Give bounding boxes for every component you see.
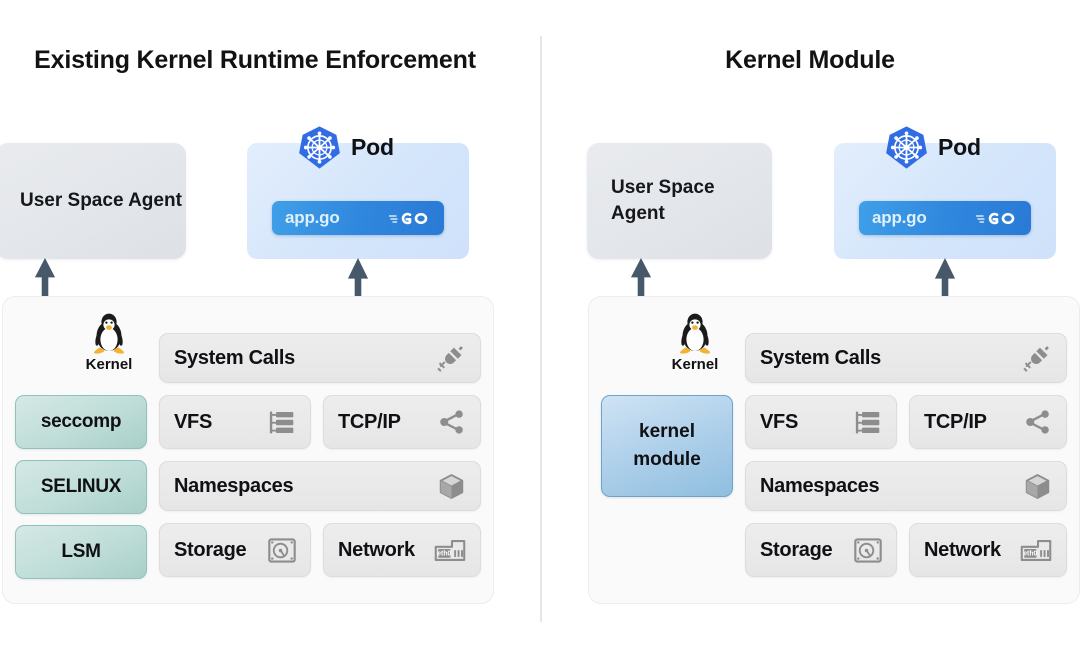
security-module-lsm: LSM — [15, 525, 147, 579]
go-gopher-logo-icon — [389, 209, 431, 228]
subsystem-tcpip-right: TCP/IP — [909, 395, 1067, 449]
subsystem-system-calls-label-right: System Calls — [760, 346, 881, 369]
pod-box-left: Pod app.go — [247, 143, 469, 259]
subsystem-tcpip-label-right: TCP/IP — [924, 410, 987, 433]
security-modules-column-left: seccomp SELINUX LSM — [15, 395, 147, 590]
pod-label-left: Pod — [351, 134, 394, 160]
pod-label-right: Pod — [938, 134, 981, 160]
subsystem-storage-label-right: Storage — [760, 538, 833, 561]
app-file-name-left: app.go — [285, 208, 340, 227]
cube-3d-icon — [1023, 472, 1052, 501]
subsystem-network-left: Network — [323, 523, 481, 577]
pod-header-left: Pod — [297, 125, 394, 170]
kubernetes-helm-icon — [297, 125, 342, 170]
security-module-selinux-label: SELINUX — [40, 476, 122, 497]
kernel-label-right: Kernel — [671, 356, 719, 373]
pod-box-right: Pod app.go — [834, 143, 1056, 259]
user-space-agent-label-left: User Space Agent — [20, 189, 182, 211]
subsystem-system-calls-left: System Calls — [159, 333, 481, 383]
subsystem-network-label-right: Network — [924, 538, 1001, 561]
subsystem-storage-label-left: Storage — [174, 538, 247, 561]
subsystem-tcpip-left: TCP/IP — [323, 395, 481, 449]
kernel-os-block-right: Kernel — [659, 311, 731, 373]
hard-disk-icon — [854, 538, 882, 563]
subsystem-vfs-left: VFS — [159, 395, 311, 449]
subsystem-namespaces-right: Namespaces — [745, 461, 1067, 511]
linux-tux-penguin-icon — [675, 311, 715, 355]
subsystem-namespaces-left: Namespaces — [159, 461, 481, 511]
cube-3d-icon — [437, 472, 466, 501]
subsystem-network-right: Network — [909, 523, 1067, 577]
eth0-nic-card-icon — [1020, 539, 1052, 562]
subsystem-storage-left: Storage — [159, 523, 311, 577]
security-module-seccomp: seccomp — [15, 395, 147, 449]
subsystem-system-calls-label-left: System Calls — [174, 346, 295, 369]
plug-connector-icon — [436, 343, 466, 373]
security-module-seccomp-label: seccomp — [40, 411, 122, 432]
eth0-nic-card-icon — [434, 539, 466, 562]
security-module-selinux: SELINUX — [15, 460, 147, 514]
subsystem-vfs-label-left: VFS — [174, 410, 212, 433]
subsystem-storage-right: Storage — [745, 523, 897, 577]
user-space-agent-box-right: User Space Agent — [587, 143, 772, 259]
panel-existing-kernel-runtime-enforcement: Existing Kernel Runtime Enforcement User… — [0, 0, 540, 649]
subsystem-system-calls-right: System Calls — [745, 333, 1067, 383]
plug-connector-icon — [1022, 343, 1052, 373]
file-tree-icon — [853, 409, 882, 436]
linux-tux-penguin-icon — [89, 311, 129, 355]
subsystem-namespaces-label-left: Namespaces — [174, 474, 294, 497]
kernel-panel-left: Kernel seccomp SELINUX LSM System Calls … — [2, 296, 494, 604]
subsystem-vfs-label-right: VFS — [760, 410, 798, 433]
go-gopher-logo-icon — [976, 209, 1018, 228]
app-file-name-right: app.go — [872, 208, 927, 227]
app-go-chip-left: app.go — [272, 201, 444, 235]
hard-disk-icon — [268, 538, 296, 563]
kernel-label-left: Kernel — [85, 356, 133, 373]
subsystem-tcpip-label-left: TCP/IP — [338, 410, 401, 433]
subsystem-network-label-left: Network — [338, 538, 415, 561]
file-tree-icon — [267, 409, 296, 436]
kernel-module-label-line2: module — [633, 449, 701, 470]
user-space-agent-label-right: User Space Agent — [611, 176, 715, 224]
panel-kernel-module: Kernel Module User Space Agent Pod app.g… — [540, 0, 1080, 649]
share-network-icon — [438, 408, 466, 436]
kernel-os-block-left: Kernel — [73, 311, 145, 373]
kernel-module-box: kernel module — [601, 395, 733, 497]
share-network-icon — [1024, 408, 1052, 436]
page-title-right: Kernel Module — [725, 46, 895, 74]
security-module-lsm-label: LSM — [61, 541, 101, 562]
subsystem-vfs-right: VFS — [745, 395, 897, 449]
subsystem-namespaces-label-right: Namespaces — [760, 474, 880, 497]
user-space-agent-box-left: User Space Agent — [0, 143, 186, 259]
kubernetes-helm-icon — [884, 125, 929, 170]
kernel-module-label-line1: kernel — [639, 421, 695, 443]
page-title-left: Existing Kernel Runtime Enforcement — [34, 46, 476, 74]
pod-header-right: Pod — [884, 125, 981, 170]
app-go-chip-right: app.go — [859, 201, 1031, 235]
kernel-panel-right: Kernel kernel module System Calls VFS TC… — [588, 296, 1080, 604]
